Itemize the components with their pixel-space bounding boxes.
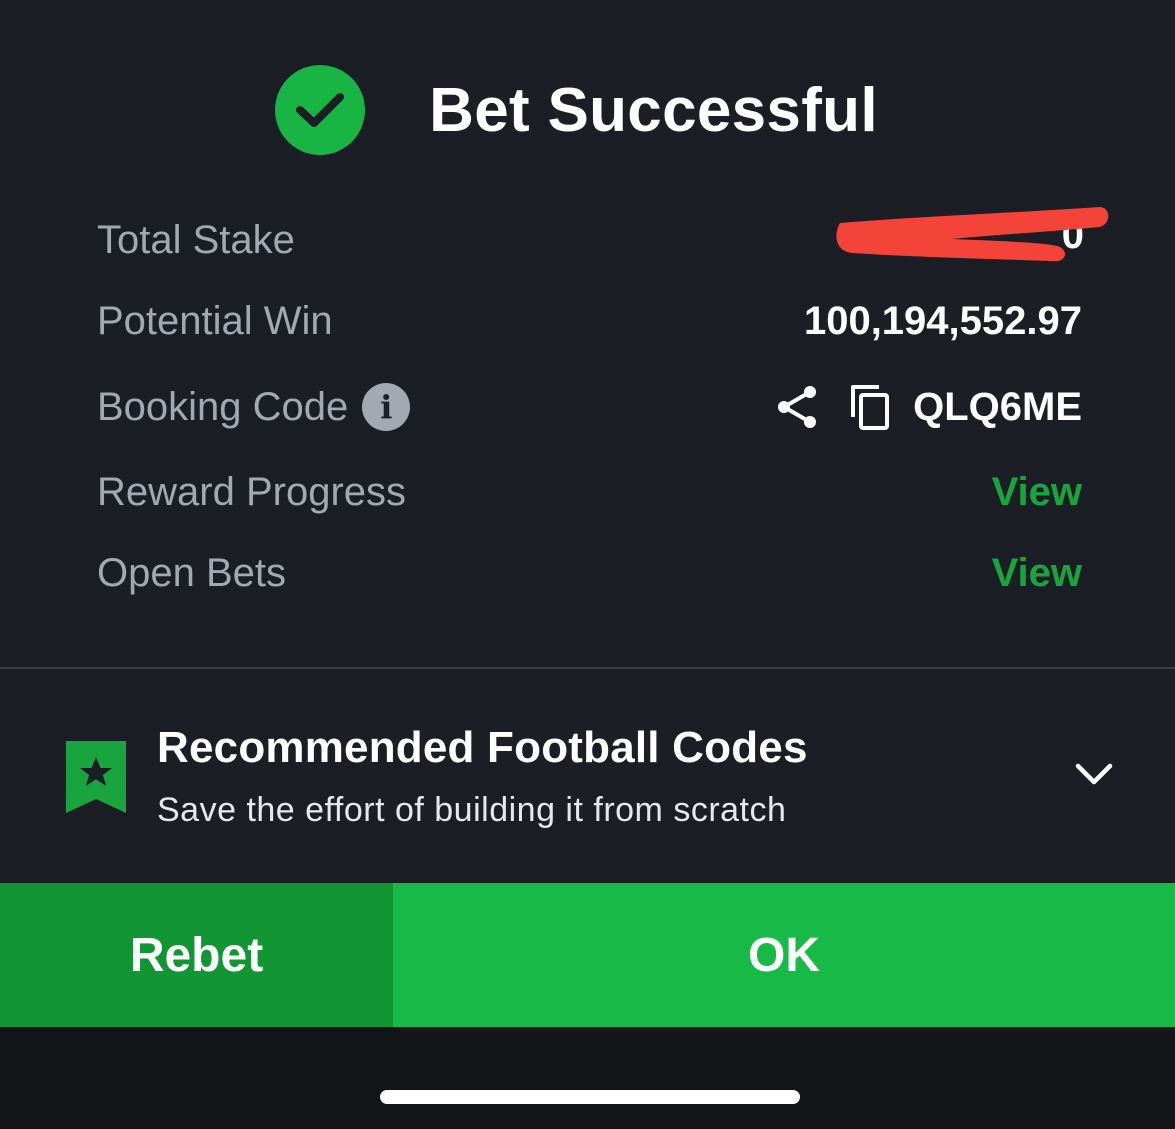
- total-stake-row: Total Stake 0: [97, 207, 1109, 270]
- chevron-down-icon[interactable]: [1074, 761, 1114, 792]
- check-circle-icon: [275, 65, 366, 155]
- redaction-mark: 0: [832, 195, 1112, 285]
- info-icon[interactable]: i: [362, 383, 411, 431]
- open-bets-row: Open Bets View: [97, 543, 1082, 603]
- booking-code-label-group: Booking Code i: [97, 383, 411, 431]
- booking-code-value-group: QLQ6ME: [775, 383, 1082, 431]
- booking-code-label: Booking Code: [97, 384, 349, 429]
- home-indicator-area: [0, 1027, 1175, 1129]
- potential-win-label: Potential Win: [97, 298, 333, 343]
- booking-code-row: Booking Code i QLQ6ME: [97, 377, 1082, 437]
- success-header: Bet Successful: [0, 64, 1175, 156]
- page-title: Bet Successful: [429, 75, 878, 145]
- recommended-subtitle: Save the effort of building it from scra…: [157, 791, 787, 829]
- booking-code-value[interactable]: QLQ6ME: [913, 385, 1082, 430]
- open-bets-view-link[interactable]: View: [992, 551, 1082, 596]
- rebet-button[interactable]: Rebet: [0, 883, 393, 1027]
- recommended-codes-panel[interactable]: Recommended Football Codes Save the effo…: [0, 669, 1175, 881]
- total-stake-value: 0: [832, 195, 1109, 285]
- ok-button[interactable]: OK: [393, 883, 1175, 1027]
- reward-progress-view-link[interactable]: View: [992, 470, 1082, 515]
- reward-progress-row: Reward Progress View: [97, 462, 1082, 522]
- potential-win-value: 100,194,552.97: [803, 298, 1082, 343]
- potential-win-row: Potential Win 100,194,552.97: [97, 291, 1082, 351]
- total-stake-label: Total Stake: [97, 217, 295, 262]
- recommended-title: Recommended Football Codes: [157, 723, 808, 772]
- reward-progress-label: Reward Progress: [97, 469, 407, 514]
- bookmark-star-icon: [66, 741, 126, 818]
- copy-icon[interactable]: [849, 383, 891, 431]
- home-indicator[interactable]: [380, 1090, 800, 1104]
- bet-success-screen: Bet Successful Total Stake 0 Potential W…: [0, 0, 1175, 1129]
- share-icon[interactable]: [775, 384, 819, 430]
- open-bets-label: Open Bets: [97, 550, 287, 595]
